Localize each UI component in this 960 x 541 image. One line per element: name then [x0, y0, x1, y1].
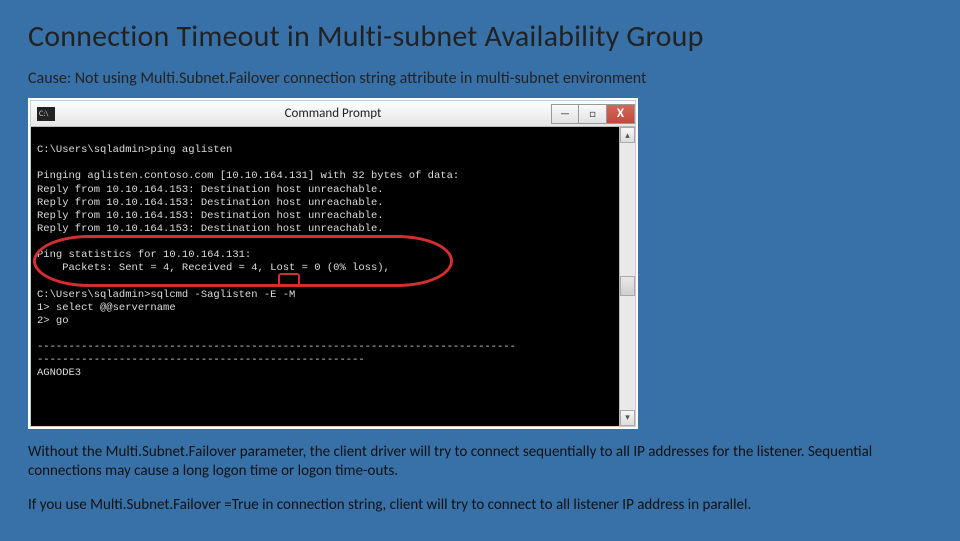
annotation-box-m-flag — [278, 273, 300, 287]
term-line: Reply from 10.10.164.153: Destination ho… — [37, 210, 384, 222]
scroll-thumb[interactable] — [620, 276, 635, 296]
term-line: Pinging aglisten.contoso.com [10.10.164.… — [37, 170, 459, 182]
term-line: C:\Users\sqladmin>ping aglisten — [37, 144, 232, 156]
terminal-output: C:\Users\sqladmin>ping aglisten Pinging … — [31, 127, 619, 426]
slide-title: Connection Timeout in Multi-subnet Avail… — [28, 18, 932, 55]
scroll-track[interactable] — [620, 143, 635, 410]
term-line: 1> select @@servername — [37, 302, 176, 314]
explanation-block: Without the Multi.Subnet.Failover parame… — [28, 443, 932, 516]
term-line: AGNODE3 — [37, 367, 81, 379]
term-line: Reply from 10.10.164.153: Destination ho… — [37, 223, 384, 235]
term-line: ----------------------------------------… — [37, 354, 365, 366]
cause-text: Cause: Not using Multi.Subnet.Failover c… — [28, 69, 932, 88]
paragraph-1: Without the Multi.Subnet.Failover parame… — [28, 443, 932, 482]
paragraph-2: If you use Multi.Subnet.Failover =True i… — [28, 496, 932, 516]
window-title: Command Prompt — [31, 106, 635, 121]
term-line: Packets: Sent = 4, Received = 4, Lost = … — [37, 262, 390, 274]
scrollbar[interactable]: ▴ ▾ — [619, 127, 635, 426]
term-line: C:\Users\sqladmin>sqlcmd -Saglisten -E -… — [37, 289, 295, 301]
term-line: Reply from 10.10.164.153: Destination ho… — [37, 197, 384, 209]
window-titlebar: C:\ Command Prompt — □ X — [31, 101, 635, 127]
term-line: ----------------------------------------… — [37, 341, 516, 353]
slide: Connection Timeout in Multi-subnet Avail… — [0, 0, 960, 541]
term-line: Reply from 10.10.164.153: Destination ho… — [37, 184, 384, 196]
scroll-up-icon[interactable]: ▴ — [620, 127, 635, 143]
term-line: 2> go — [37, 315, 69, 327]
term-line: Ping statistics for 10.10.164.131: — [37, 249, 251, 261]
command-prompt-window: C:\ Command Prompt — □ X C:\Users\sqladm… — [28, 98, 638, 429]
scroll-down-icon[interactable]: ▾ — [620, 410, 635, 426]
